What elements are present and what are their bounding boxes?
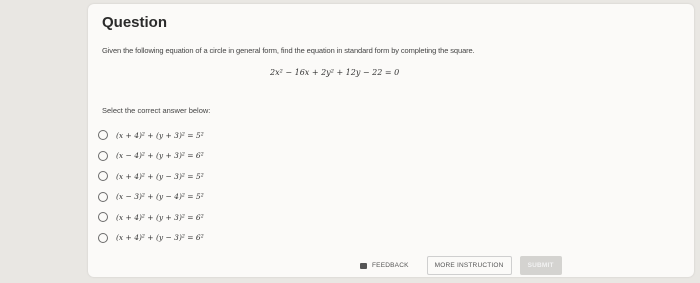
radio-button[interactable] bbox=[98, 171, 108, 182]
more-instruction-button[interactable]: MORE INSTRUCTION bbox=[426, 256, 512, 275]
feedback-icon bbox=[360, 262, 367, 269]
question-card: Question Given the following equation of… bbox=[88, 4, 694, 277]
answer-option[interactable]: (x + 4)² + (y − 3)² = 6² bbox=[98, 228, 204, 249]
radio-button[interactable] bbox=[98, 130, 108, 141]
question-text: Given the following equation of a circle… bbox=[102, 46, 475, 55]
answer-options: (x + 4)² + (y + 3)² = 5² (x − 4)² + (y +… bbox=[98, 125, 204, 248]
submit-button[interactable]: SUBMIT bbox=[519, 256, 562, 275]
action-bar: FEEDBACK MORE INSTRUCTION SUBMIT bbox=[360, 256, 562, 275]
answer-option[interactable]: (x + 4)² + (y + 3)² = 5² bbox=[98, 125, 204, 146]
answer-option-label: (x − 3)² + (y − 4)² = 5² bbox=[116, 192, 204, 202]
radio-button[interactable] bbox=[98, 232, 108, 243]
answer-prompt: Select the correct answer below: bbox=[102, 106, 211, 115]
answer-option[interactable]: (x + 4)² + (y − 3)² = 5² bbox=[98, 166, 204, 187]
answer-option-label: (x + 4)² + (y − 3)² = 6² bbox=[116, 233, 204, 243]
radio-button[interactable] bbox=[98, 191, 108, 202]
radio-button[interactable] bbox=[98, 212, 108, 223]
answer-option[interactable]: (x − 3)² + (y − 4)² = 5² bbox=[98, 187, 204, 208]
question-equation: 2x² − 16x + 2y² + 12y − 22 = 0 bbox=[270, 68, 400, 77]
feedback-label: FEEDBACK bbox=[372, 262, 409, 269]
answer-option-label: (x + 4)² + (y + 3)² = 5² bbox=[116, 130, 204, 140]
answer-option-label: (x − 4)² + (y + 3)² = 6² bbox=[116, 151, 204, 161]
radio-button[interactable] bbox=[98, 150, 108, 161]
answer-option[interactable]: (x − 4)² + (y + 3)² = 6² bbox=[98, 146, 204, 167]
answer-option-label: (x + 4)² + (y + 3)² = 6² bbox=[116, 212, 204, 222]
feedback-button[interactable]: FEEDBACK bbox=[360, 262, 409, 269]
answer-option-label: (x + 4)² + (y − 3)² = 5² bbox=[116, 171, 204, 181]
question-title: Question bbox=[102, 14, 168, 31]
answer-option[interactable]: (x + 4)² + (y + 3)² = 6² bbox=[98, 207, 204, 228]
